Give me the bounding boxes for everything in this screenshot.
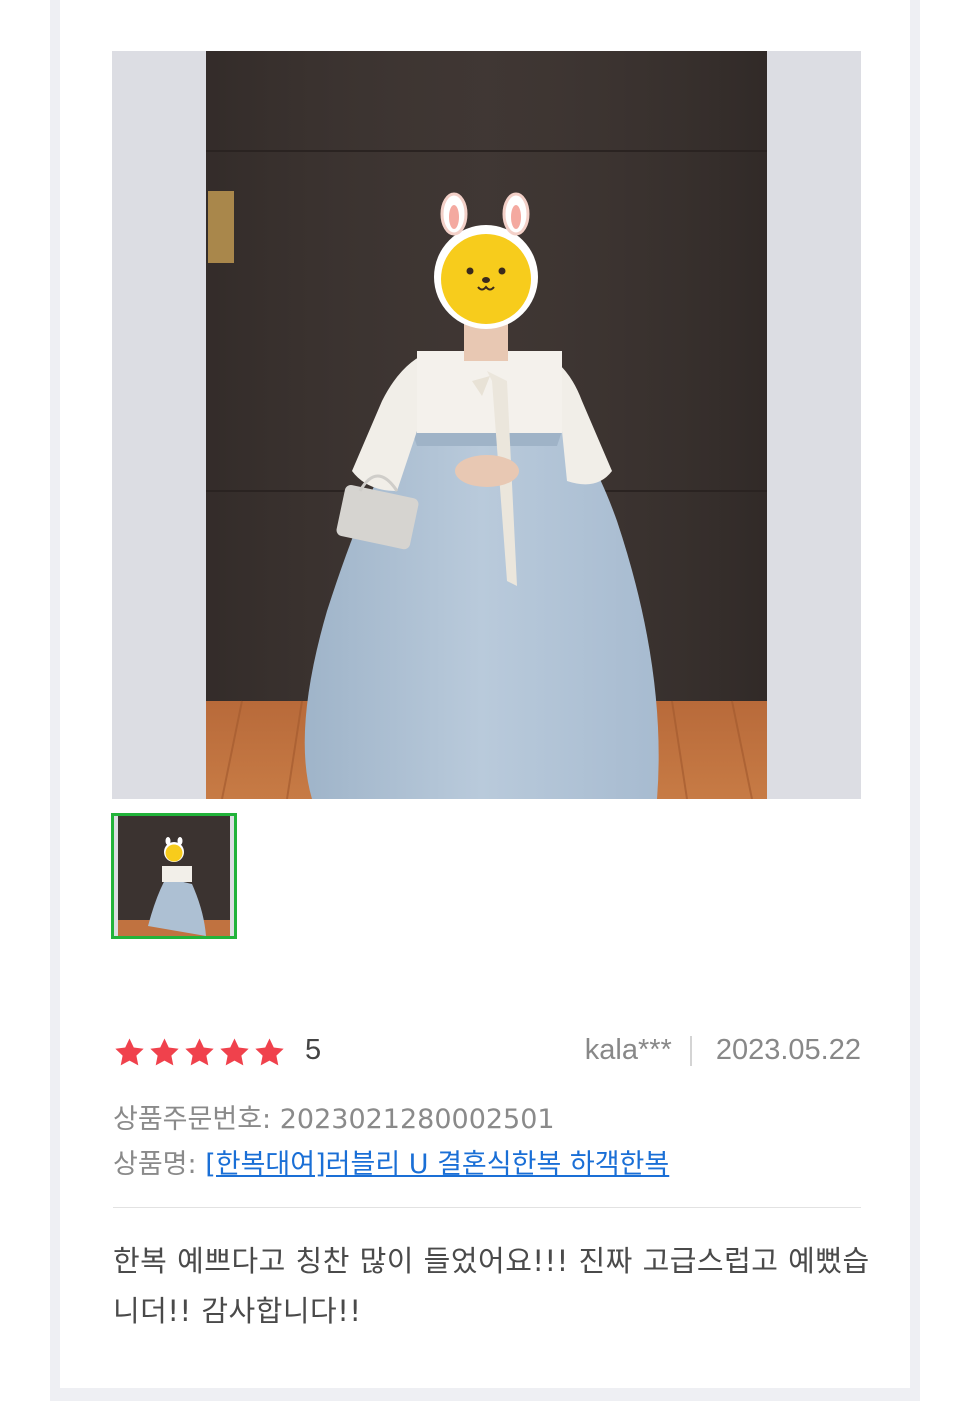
- review-photo-illustration: [112, 51, 861, 799]
- star-icon: [115, 1038, 144, 1066]
- order-number-label: 상품주문번호:: [113, 1104, 272, 1135]
- review-photo[interactable]: [112, 51, 861, 799]
- meta-divider: [689, 1035, 692, 1066]
- product-name-link[interactable]: [한복대여]러블리 U 결혼식한복 하객한복: [205, 1149, 669, 1180]
- star-icon: [185, 1038, 214, 1066]
- star-rating: [113, 1036, 286, 1069]
- frame-left: [50, 0, 60, 1401]
- thumbnail-illustration: [114, 816, 234, 936]
- reviewer-name: kala***: [584, 1034, 672, 1066]
- rating-row: 5 kala*** 2023.05.22: [113, 1032, 861, 1076]
- product-name-line: 상품명: [한복대여]러블리 U 결혼식한복 하객한복: [113, 1142, 669, 1181]
- review-date: 2023.05.22: [715, 1034, 861, 1066]
- product-name-label: 상품명:: [113, 1149, 197, 1180]
- star-icon: [150, 1038, 179, 1066]
- photo-thumbnail-selected[interactable]: [111, 813, 237, 939]
- order-number-line: 상품주문번호: 2023021280002501: [113, 1097, 555, 1136]
- order-number-value: 2023021280002501: [279, 1104, 555, 1135]
- star-icon: [220, 1038, 249, 1066]
- review-page: 5 kala*** 2023.05.22 상품주문번호: 20230212800…: [0, 0, 972, 1401]
- frame-bottom: [50, 1388, 920, 1401]
- rating-score: 5: [305, 1034, 322, 1066]
- frame-right: [910, 0, 920, 1401]
- divider: [113, 1207, 861, 1208]
- review-meta: kala*** 2023.05.22: [585, 1034, 861, 1067]
- star-icon: [255, 1038, 284, 1066]
- review-body: 한복 예쁘다고 칭찬 많이 들었어요!!! 진짜 고급스럽고 예뻤습니더!! 감…: [113, 1244, 870, 1328]
